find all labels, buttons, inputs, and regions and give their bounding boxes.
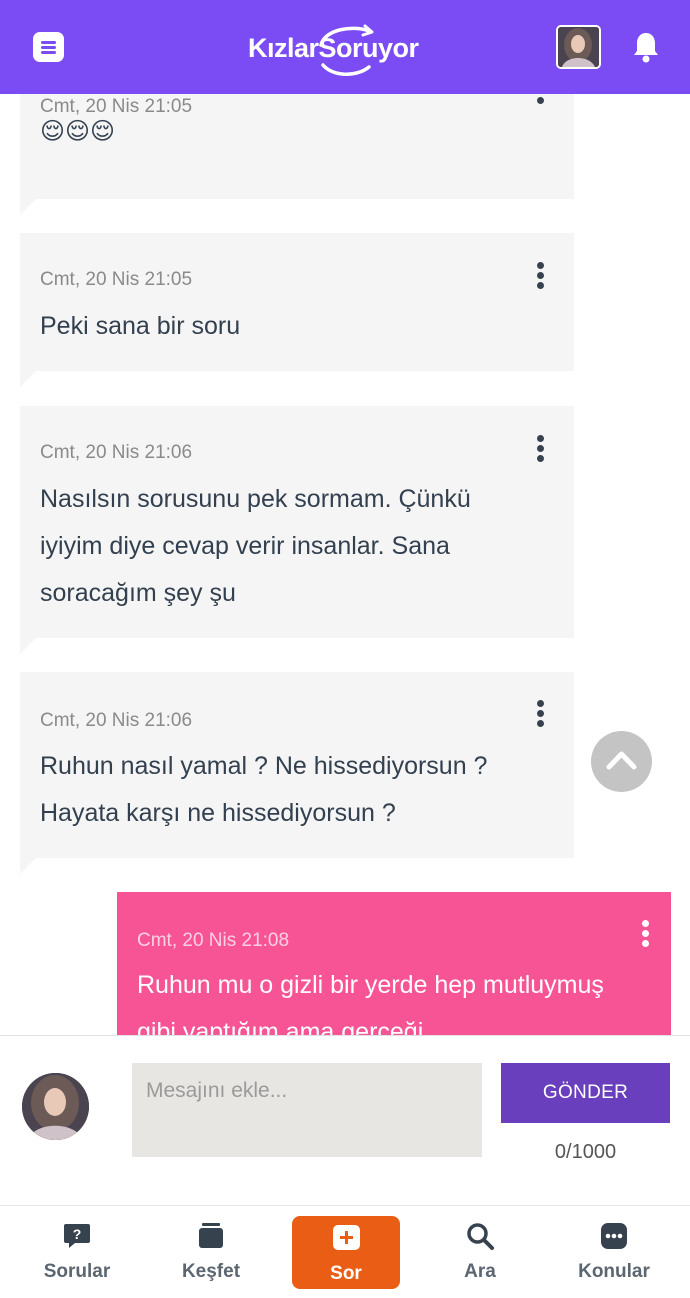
- nav-sor-button[interactable]: Sor: [292, 1216, 400, 1289]
- user-avatar-button[interactable]: [556, 25, 601, 69]
- avatar: [22, 1073, 89, 1140]
- app-screen: Kızlar Soruyor Cmt, 20 Nis 21:05 😌😌😌 Cmt…: [0, 0, 690, 1298]
- message-text: Ruhun nasıl yamal ? Ne hissediyorsun ? H…: [40, 752, 488, 827]
- nav-konular[interactable]: Konular: [545, 1206, 683, 1298]
- chat-dots-icon: [601, 1223, 627, 1249]
- my-message-bubble: Cmt, 20 Nis 21:08 Ruhun mu o gizli bir y…: [117, 892, 671, 1035]
- plus-square-icon: [333, 1225, 360, 1250]
- cards-icon: [199, 1223, 223, 1248]
- nav-label: Sor: [330, 1263, 362, 1284]
- message-options-icon[interactable]: [537, 435, 545, 462]
- message-bubble: Cmt, 20 Nis 21:06 Nasılsın sorusunu pek …: [20, 406, 574, 654]
- question-bubble-icon: ?: [64, 1224, 90, 1248]
- chevron-up-icon: [606, 751, 637, 770]
- avatar-image: [558, 27, 599, 67]
- svg-text:?: ?: [73, 1226, 82, 1242]
- bottom-navigation: ? Sorular Keşfet Sor Ara Konular: [0, 1205, 690, 1298]
- message-text: Nasılsın sorusunu pek sormam. Çünkü iyiy…: [40, 485, 471, 607]
- message-options-icon[interactable]: [537, 700, 545, 727]
- menu-icon[interactable]: [33, 32, 64, 62]
- logo-text-part1: Kızlar: [248, 32, 319, 63]
- bell-icon[interactable]: [633, 31, 659, 63]
- avatar-image: [22, 1073, 89, 1140]
- message-bubble: Cmt, 20 Nis 21:05 Peki sana bir soru: [20, 233, 574, 387]
- message-bubble: Cmt, 20 Nis 21:06 Ruhun nasıl yamal ? Ne…: [20, 672, 574, 874]
- message-input[interactable]: [132, 1063, 482, 1157]
- message-text: Ruhun mu o gizli bir yerde hep mutluymuş…: [137, 971, 604, 1035]
- search-icon: [467, 1223, 494, 1250]
- top-header: Kızlar Soruyor: [0, 0, 690, 94]
- message-composer: GÖNDER 0/1000: [0, 1035, 690, 1205]
- nav-ara[interactable]: Ara: [411, 1206, 549, 1298]
- message-options-icon[interactable]: [537, 94, 545, 104]
- message-options-icon[interactable]: [642, 920, 650, 947]
- nav-sorular[interactable]: ? Sorular: [8, 1206, 146, 1298]
- nav-label: Sorular: [43, 1261, 111, 1282]
- message-text: 😌😌😌: [40, 118, 116, 145]
- scroll-to-top-button[interactable]: [591, 731, 652, 792]
- site-logo[interactable]: Kızlar Soruyor: [248, 22, 419, 76]
- nav-label: Keşfet: [181, 1261, 241, 1282]
- nav-label: Konular: [578, 1261, 650, 1282]
- nav-kesfet[interactable]: Keşfet: [142, 1206, 280, 1298]
- message-options-icon[interactable]: [537, 262, 545, 289]
- message-time: Cmt, 20 Nis 21:08: [137, 930, 290, 951]
- logo-text-part2: Soruyor: [319, 24, 419, 76]
- send-button[interactable]: GÖNDER: [501, 1063, 670, 1123]
- message-time: Cmt, 20 Nis 21:06: [40, 442, 193, 463]
- nav-label: Ara: [464, 1261, 496, 1282]
- message-thread[interactable]: Cmt, 20 Nis 21:05 😌😌😌 Cmt, 20 Nis 21:05 …: [0, 94, 690, 1035]
- logo-swirl-icon: [318, 24, 374, 76]
- message-bubble: Cmt, 20 Nis 21:05 😌😌😌: [20, 94, 574, 215]
- message-time: Cmt, 20 Nis 21:05: [40, 269, 193, 290]
- message-text: Peki sana bir soru: [40, 312, 241, 340]
- message-time: Cmt, 20 Nis 21:06: [40, 710, 193, 731]
- character-counter: 0/1000: [554, 1141, 617, 1163]
